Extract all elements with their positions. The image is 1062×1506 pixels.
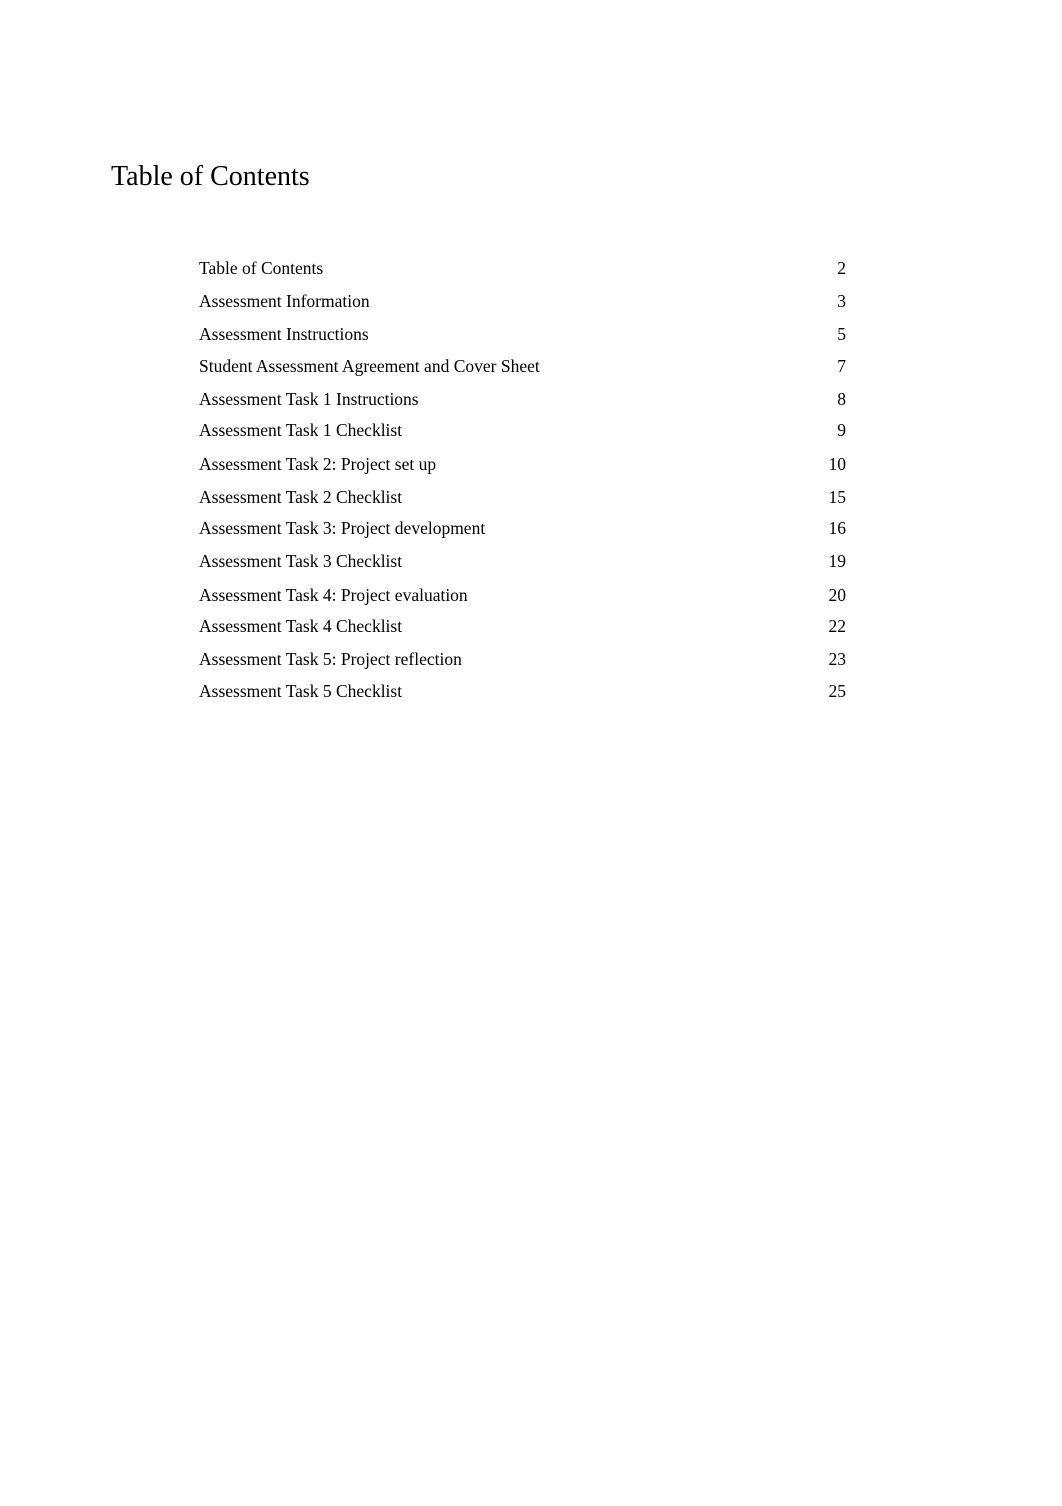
toc-entry-student-assessment-agreement[interactable]: Student Assessment Agreement and Cover S…: [199, 355, 846, 377]
toc-entry-task-1-checklist[interactable]: Assessment Task 1 Checklist 9: [199, 419, 846, 441]
toc-entry-label[interactable]: Student Assessment Agreement and Cover S…: [199, 355, 540, 377]
toc-entry-task-3-checklist[interactable]: Assessment Task 3 Checklist 19: [199, 550, 846, 572]
toc-entry-page-number[interactable]: 20: [829, 584, 847, 606]
toc-entry-task-4-project-evaluation[interactable]: Assessment Task 4: Project evaluation 20: [199, 584, 846, 606]
toc-entry-label[interactable]: Assessment Task 4: Project evaluation: [199, 584, 468, 606]
toc-entry-task-2-checklist[interactable]: Assessment Task 2 Checklist 15: [199, 486, 846, 508]
toc-entry-page-number[interactable]: 16: [829, 517, 847, 539]
toc-entry-label[interactable]: Assessment Information: [199, 290, 370, 312]
toc-entry-page-number[interactable]: 7: [837, 355, 846, 377]
toc-entry-page-number[interactable]: 15: [829, 486, 847, 508]
toc-entry-assessment-instructions[interactable]: Assessment Instructions 5: [199, 323, 846, 345]
toc-entry-label[interactable]: Assessment Task 4 Checklist: [199, 615, 402, 637]
toc-entry-page-number[interactable]: 2: [837, 257, 846, 279]
toc-entry-assessment-information[interactable]: Assessment Information 3: [199, 290, 846, 312]
toc-entry-task-3-project-development[interactable]: Assessment Task 3: Project development 1…: [199, 517, 846, 539]
toc-entry-label[interactable]: Assessment Instructions: [199, 323, 369, 345]
toc-entry-label[interactable]: Assessment Task 3 Checklist: [199, 550, 402, 572]
toc-entry-task-5-project-reflection[interactable]: Assessment Task 5: Project reflection 23: [199, 648, 846, 670]
toc-entry-page-number[interactable]: 10: [829, 453, 847, 475]
toc-entry-label[interactable]: Assessment Task 5 Checklist: [199, 680, 402, 702]
toc-entry-page-number[interactable]: 19: [829, 550, 847, 572]
toc-entry-task-4-checklist[interactable]: Assessment Task 4 Checklist 22: [199, 615, 846, 637]
toc-entry-page-number[interactable]: 8: [837, 388, 846, 410]
toc-entry-label[interactable]: Assessment Task 1 Checklist: [199, 419, 402, 441]
toc-entry-page-number[interactable]: 5: [837, 323, 846, 345]
toc-entry-page-number[interactable]: 25: [829, 680, 847, 702]
toc-entry-label[interactable]: Assessment Task 2: Project set up: [199, 453, 436, 475]
toc-entry-task-1-instructions[interactable]: Assessment Task 1 Instructions 8: [199, 388, 846, 410]
page-title: Table of Contents: [111, 161, 310, 192]
toc-entry-label[interactable]: Assessment Task 5: Project reflection: [199, 648, 462, 670]
toc-entry-label[interactable]: Assessment Task 1 Instructions: [199, 388, 419, 410]
toc-entry-label[interactable]: Assessment Task 3: Project development: [199, 517, 485, 539]
toc-entry-page-number[interactable]: 3: [837, 290, 846, 312]
toc-entry-task-5-checklist[interactable]: Assessment Task 5 Checklist 25: [199, 680, 846, 702]
toc-entry-label[interactable]: Assessment Task 2 Checklist: [199, 486, 402, 508]
toc-entry-page-number[interactable]: 9: [837, 419, 846, 441]
toc-entry-page-number[interactable]: 22: [829, 615, 847, 637]
toc-entry-label[interactable]: Table of Contents: [199, 257, 323, 279]
toc-entry-task-2-project-set-up[interactable]: Assessment Task 2: Project set up 10: [199, 453, 846, 475]
toc-entry-table-of-contents[interactable]: Table of Contents 2: [199, 257, 846, 279]
toc-entry-page-number[interactable]: 23: [829, 648, 847, 670]
